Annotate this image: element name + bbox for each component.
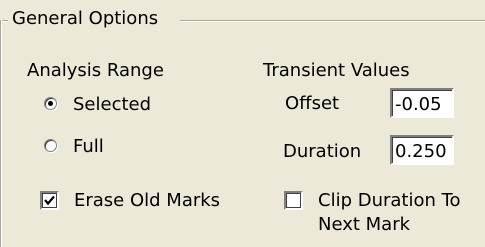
erase-old-marks-label[interactable]: Erase Old Marks: [74, 190, 220, 212]
radio-selected-label[interactable]: Selected: [73, 94, 151, 116]
clip-duration-box[interactable]: [284, 191, 303, 210]
analysis-range-label: Analysis Range: [27, 60, 164, 81]
erase-old-marks-checkbox[interactable]: Erase Old Marks: [40, 189, 240, 213]
groupbox-border-left: [0, 20, 2, 247]
duration-input[interactable]: [390, 135, 454, 165]
radio-full[interactable]: Full: [40, 134, 180, 160]
clip-duration-label-line2[interactable]: Next Mark: [318, 214, 410, 236]
radio-selected[interactable]: Selected: [40, 92, 180, 118]
checkmark-icon: [44, 195, 55, 206]
radio-full-indicator[interactable]: [44, 139, 57, 152]
groupbox-border-top-right: [180, 20, 485, 22]
erase-old-marks-box[interactable]: [40, 191, 59, 210]
groupbox-title: General Options: [12, 8, 159, 29]
radio-selected-indicator[interactable]: [44, 97, 57, 110]
clip-duration-checkbox[interactable]: Clip Duration To Next Mark: [284, 189, 479, 239]
offset-input[interactable]: [390, 88, 454, 118]
offset-label: Offset: [285, 93, 340, 114]
transient-values-label: Transient Values: [263, 60, 410, 81]
radio-selected-dot: [48, 101, 53, 106]
clip-duration-label-line1[interactable]: Clip Duration To: [318, 190, 461, 212]
duration-label: Duration: [283, 141, 362, 162]
radio-full-label[interactable]: Full: [73, 136, 104, 158]
